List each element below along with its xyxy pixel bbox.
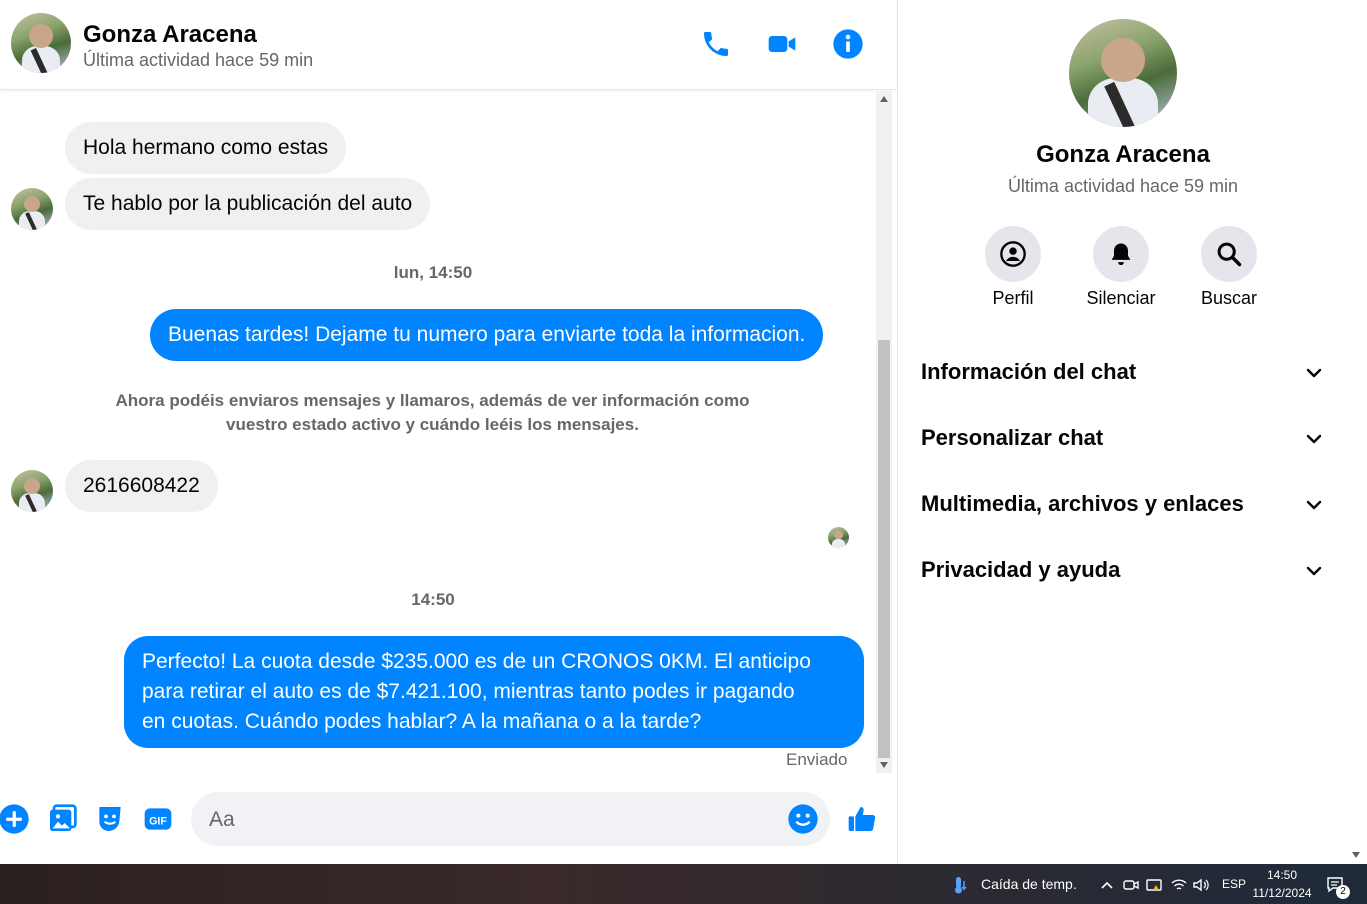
delivery-status: Enviado	[786, 750, 848, 769]
svg-text:GIF: GIF	[149, 815, 167, 827]
mute-label: Silenciar	[1086, 288, 1156, 308]
like-icon[interactable]	[846, 803, 878, 835]
section-customize-chat[interactable]: Personalizar chat	[921, 425, 1103, 451]
search-icon	[1217, 242, 1242, 267]
message-line: Perfecto! La cuota desde $235.000 es de …	[142, 650, 811, 673]
scrollbar-thumb[interactable]	[878, 340, 890, 758]
volume-icon[interactable]	[1191, 875, 1211, 895]
sender-avatar[interactable]	[11, 188, 53, 230]
gif-icon[interactable]: GIF	[142, 803, 174, 835]
sticker-icon[interactable]	[94, 803, 126, 835]
message-line: en cuotas. Cuándo podes hablar? A la mañ…	[142, 710, 702, 733]
add-icon[interactable]	[0, 803, 30, 835]
video-call-icon[interactable]	[766, 28, 798, 60]
read-receipt-avatar	[828, 527, 849, 548]
profile-button[interactable]	[985, 226, 1041, 282]
message-incoming[interactable]: 2616608422	[65, 460, 218, 512]
chat-pane: Gonza Aracena Última actividad hace 59 m…	[0, 0, 896, 864]
thermometer-icon[interactable]	[949, 875, 969, 895]
profile-status: Última actividad hace 59 min	[1007, 176, 1239, 196]
scroll-down-arrow[interactable]	[880, 762, 888, 768]
chevron-down-icon[interactable]	[1302, 361, 1326, 385]
scroll-up-arrow[interactable]	[880, 96, 888, 102]
profile-icon	[1000, 241, 1026, 267]
battery-warning-icon[interactable]	[1145, 875, 1165, 895]
info-icon[interactable]	[832, 28, 864, 60]
emoji-icon[interactable]	[787, 803, 819, 835]
clock-date[interactable]: 11/12/2024	[1252, 886, 1312, 900]
weather-text[interactable]: Caída de temp.	[981, 876, 1077, 892]
notice-line: Ahora podéis enviaros mensajes y llamaro…	[115, 391, 750, 410]
message-line: para retirar el auto es de $7.421.100, m…	[142, 680, 795, 703]
chevron-up-icon[interactable]	[1097, 875, 1117, 895]
panel-scroll-down-arrow[interactable]	[1352, 852, 1360, 858]
search-label: Buscar	[1200, 288, 1258, 308]
profile-avatar[interactable]	[1069, 19, 1177, 127]
section-chat-info[interactable]: Información del chat	[921, 359, 1136, 385]
phone-icon[interactable]	[700, 28, 732, 60]
message-incoming[interactable]: Hola hermano como estas	[65, 122, 347, 174]
chevron-down-icon[interactable]	[1302, 559, 1326, 583]
timestamp: lun, 14:50	[393, 263, 473, 282]
section-media-files-links[interactable]: Multimedia, archivos y enlaces	[921, 491, 1244, 517]
contact-avatar[interactable]	[11, 13, 71, 73]
mute-button[interactable]	[1093, 226, 1149, 282]
clock-time[interactable]: 14:50	[1252, 868, 1312, 882]
chevron-down-icon[interactable]	[1302, 427, 1326, 451]
notification-count-badge: 2	[1336, 885, 1350, 899]
profile-label: Perfil	[992, 288, 1034, 308]
messenger-app: Gonza Aracena Última actividad hace 59 m…	[0, 0, 1367, 904]
sender-avatar[interactable]	[11, 470, 53, 512]
encryption-notice: Ahora podéis enviaros mensajes y llamaro…	[100, 389, 765, 437]
language-indicator[interactable]: ESP	[1222, 877, 1246, 891]
wifi-icon[interactable]	[1169, 875, 1189, 895]
chevron-down-icon[interactable]	[1302, 493, 1326, 517]
message-input[interactable]	[191, 792, 830, 846]
bell-icon	[1111, 243, 1131, 266]
meet-now-icon[interactable]	[1121, 875, 1141, 895]
message-outgoing[interactable]: Buenas tardes! Dejame tu numero para env…	[150, 309, 824, 361]
search-button[interactable]	[1201, 226, 1257, 282]
chat-header: Gonza Aracena Última actividad hace 59 m…	[0, 0, 896, 90]
section-privacy-help[interactable]: Privacidad y ayuda	[921, 557, 1120, 583]
notice-line: vuestro estado activo y cuándo leéis los…	[226, 415, 639, 434]
contact-name[interactable]: Gonza Aracena	[83, 21, 257, 49]
message-input-placeholder: Aa	[209, 808, 235, 831]
message-incoming[interactable]: Te hablo por la publicación del auto	[65, 178, 431, 230]
profile-name: Gonza Aracena	[1036, 141, 1210, 168]
timestamp: 14:50	[411, 590, 455, 609]
photo-icon[interactable]	[46, 803, 78, 835]
message-outgoing[interactable]: Perfecto! La cuota desde $235.000 es de …	[124, 636, 864, 748]
contact-status: Última actividad hace 59 min	[83, 50, 314, 70]
